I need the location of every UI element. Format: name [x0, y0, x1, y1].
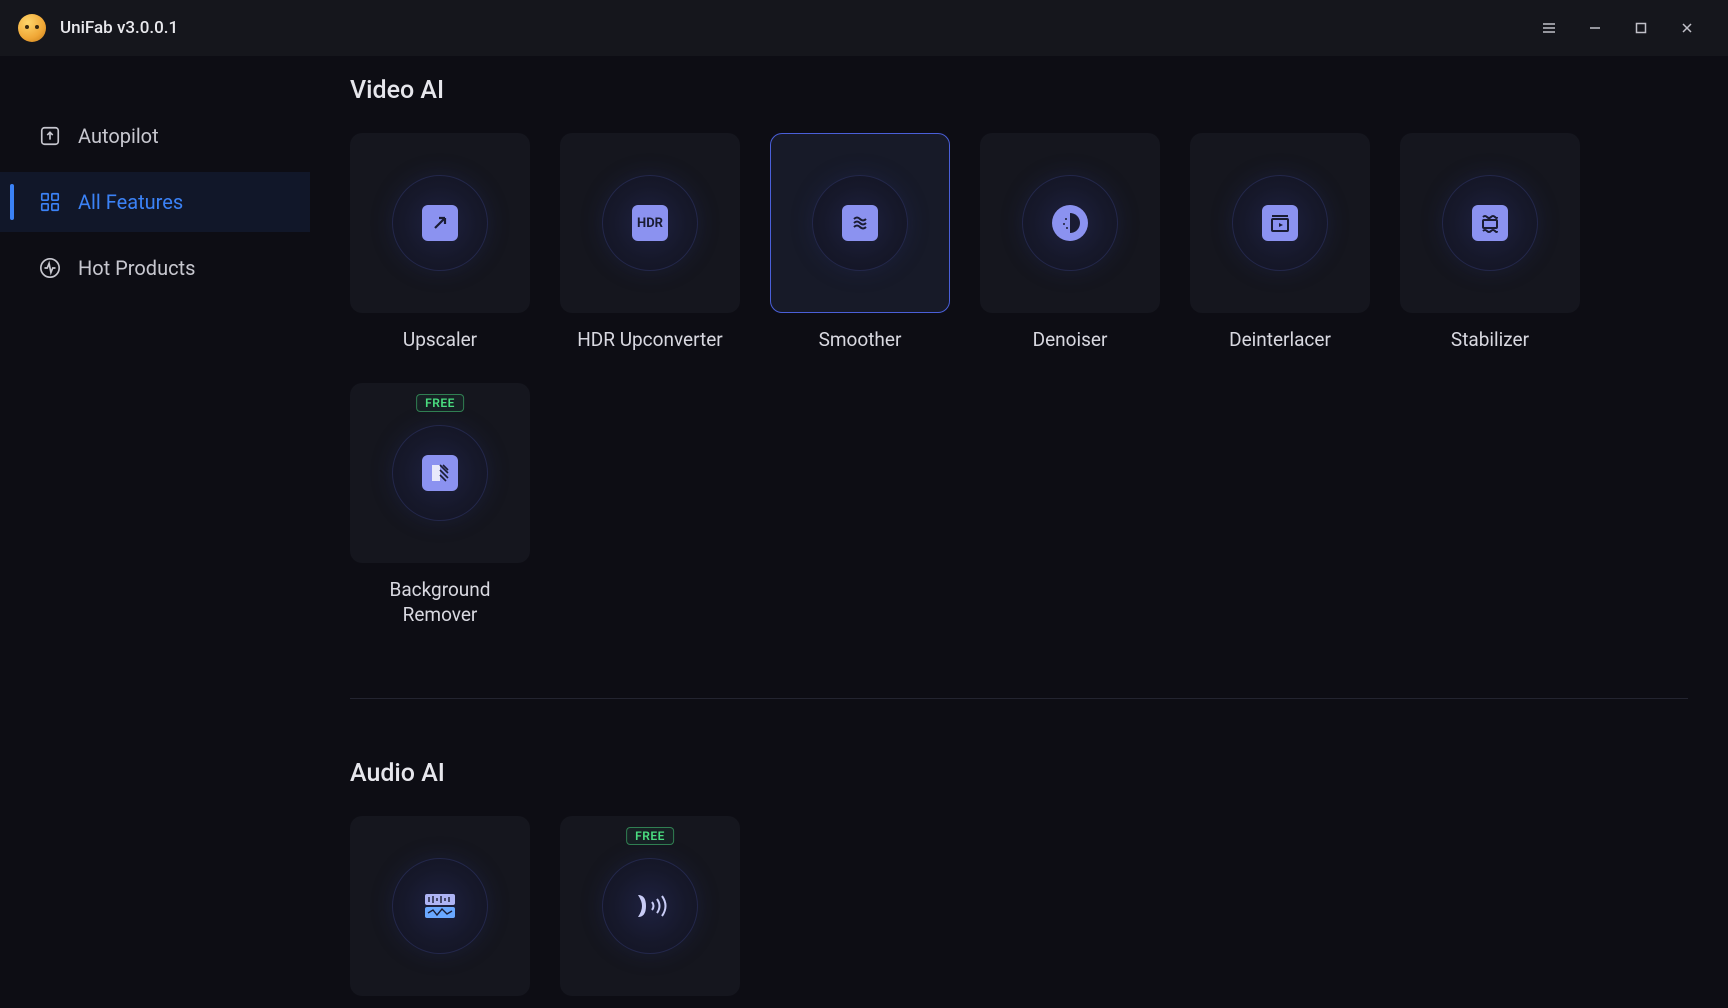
feature-label: Deinterlacer	[1229, 327, 1331, 353]
denoise-icon	[1052, 205, 1088, 241]
sidebar-item-label: Autopilot	[78, 124, 159, 148]
minimize-button[interactable]	[1572, 0, 1618, 56]
section-title-video-ai: Video AI	[350, 76, 1688, 105]
feature-card-denoiser[interactable]	[980, 133, 1160, 313]
feature-label: Stabilizer	[1451, 327, 1529, 353]
free-badge: FREE	[626, 827, 674, 845]
audio1-icon	[422, 888, 458, 924]
section-divider	[350, 698, 1688, 699]
titlebar: UniFab v3.0.0.1	[0, 0, 1728, 56]
feature-label: Upscaler	[403, 327, 477, 353]
sidebar-item-label: All Features	[78, 190, 183, 214]
app-title: UniFab v3.0.0.1	[60, 18, 178, 38]
video-ai-grid: Upscaler HDR HDR Upconverter Smoother	[350, 133, 1688, 628]
pulse-icon	[38, 256, 62, 280]
app-logo-icon	[18, 14, 46, 42]
maximize-button[interactable]	[1618, 0, 1664, 56]
feature-card-upscaler[interactable]	[350, 133, 530, 313]
sidebar-item-hot-products[interactable]: Hot Products	[0, 238, 310, 298]
close-button[interactable]	[1664, 0, 1710, 56]
grid-icon	[38, 190, 62, 214]
audio-ai-grid: FREE	[350, 816, 1688, 996]
close-icon	[1680, 21, 1694, 35]
hamburger-icon	[1541, 20, 1557, 36]
main-content: Video AI Upscaler HDR HDR Upconverter	[310, 56, 1728, 1008]
feature-card-audio-1[interactable]	[350, 816, 530, 996]
feature-card-audio-2[interactable]: FREE	[560, 816, 740, 996]
deinterlace-icon	[1262, 205, 1298, 241]
hdr-icon: HDR	[632, 205, 668, 241]
feature-label: HDR Upconverter	[577, 327, 723, 353]
menu-button[interactable]	[1526, 0, 1572, 56]
autopilot-icon	[38, 124, 62, 148]
feature-label: Smoother	[819, 327, 902, 353]
feature-label: Background Remover	[350, 577, 530, 628]
feature-label: Denoiser	[1033, 327, 1108, 353]
audio2-icon	[628, 888, 672, 924]
minimize-icon	[1588, 21, 1602, 35]
sidebar-item-label: Hot Products	[78, 256, 195, 280]
feature-card-stabilizer[interactable]	[1400, 133, 1580, 313]
sidebar: Autopilot All Features Hot Products	[0, 56, 310, 1008]
sidebar-item-autopilot[interactable]: Autopilot	[0, 106, 310, 166]
free-badge: FREE	[416, 394, 464, 412]
feature-card-smoother[interactable]	[770, 133, 950, 313]
sidebar-item-all-features[interactable]: All Features	[0, 172, 310, 232]
feature-card-background-remover[interactable]: FREE	[350, 383, 530, 563]
smoother-icon	[842, 205, 878, 241]
upscale-icon	[422, 205, 458, 241]
feature-card-hdr-upconverter[interactable]: HDR	[560, 133, 740, 313]
feature-card-deinterlacer[interactable]	[1190, 133, 1370, 313]
maximize-icon	[1635, 22, 1647, 34]
stabilize-icon	[1472, 205, 1508, 241]
bgremove-icon	[422, 455, 458, 491]
section-title-audio-ai: Audio AI	[350, 759, 1688, 788]
